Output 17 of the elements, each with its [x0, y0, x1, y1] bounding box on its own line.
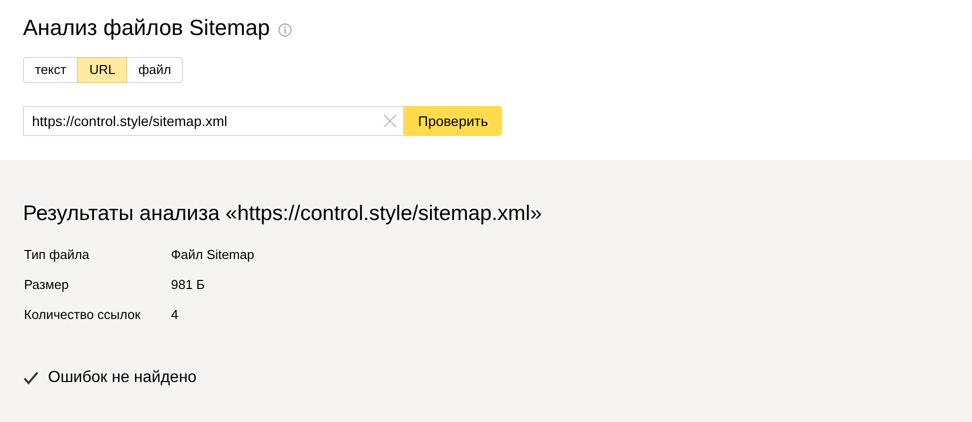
- result-value: Файл Sitemap: [171, 246, 254, 264]
- checkmark-icon: [23, 371, 39, 385]
- mode-tab[interactable]: текст: [23, 57, 78, 83]
- clear-icon[interactable]: [383, 114, 397, 128]
- result-label: Тип файла: [24, 246, 90, 264]
- result-value: 4: [171, 306, 178, 324]
- results-heading: Результаты анализа «https://control.style/sitemap.xml»: [23, 201, 543, 227]
- result-value: 981 Б: [171, 276, 205, 294]
- mode-tab[interactable]: файл: [126, 57, 184, 83]
- page-title: Анализ файлов Sitemap: [23, 14, 270, 42]
- status-message: Ошибок не найдено: [48, 368, 197, 388]
- result-label: Размер: [24, 276, 70, 294]
- info-icon[interactable]: [278, 22, 292, 36]
- url-field[interactable]: https://control.style/sitemap.xml: [23, 106, 404, 136]
- check-button[interactable]: Проверить: [404, 106, 502, 136]
- mode-tab[interactable]: URL: [77, 57, 128, 83]
- result-label: Количество ссылок: [24, 306, 142, 324]
